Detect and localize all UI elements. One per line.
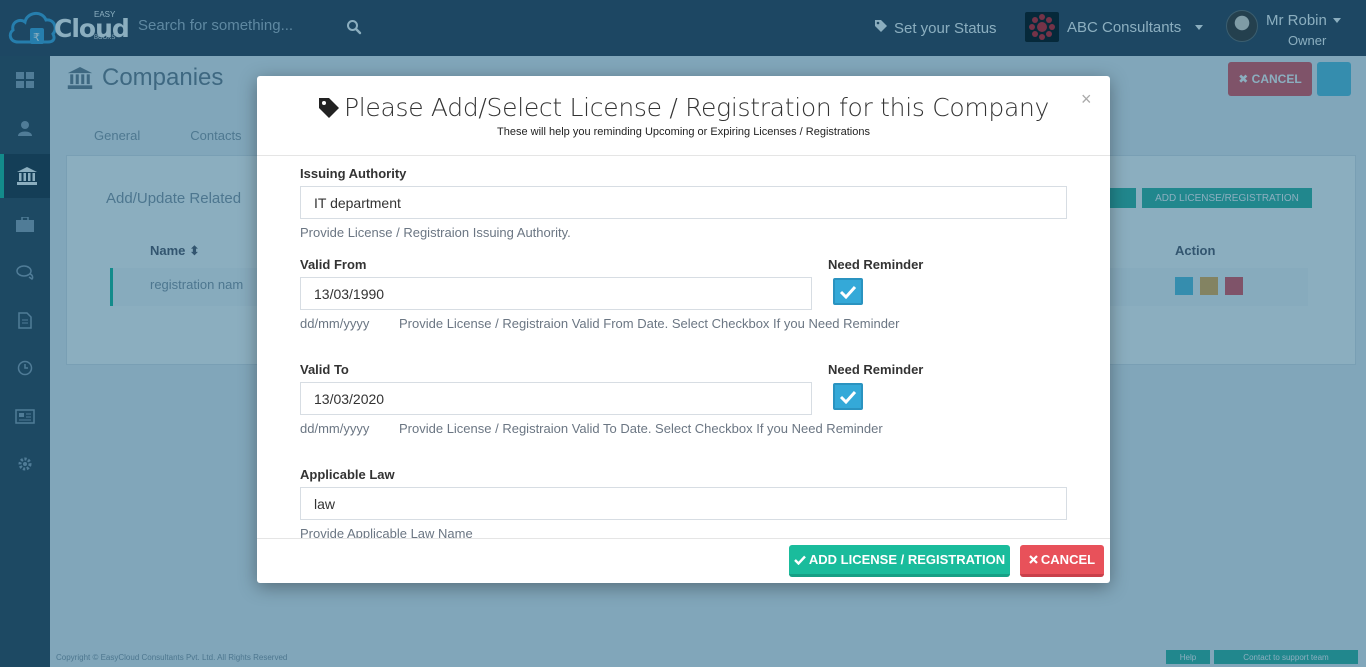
valid-to-format: dd/mm/yyyy xyxy=(300,421,370,436)
modal-header: Please Add/Select License / Registration… xyxy=(257,76,1110,156)
issuing-authority-input[interactable] xyxy=(300,186,1067,219)
valid-to-reminder-checkbox[interactable] xyxy=(833,383,863,410)
valid-to-label: Valid To xyxy=(300,362,349,377)
applicable-law-label: Applicable Law xyxy=(300,467,395,482)
modal-title-text: Please Add/Select License / Registration… xyxy=(343,93,1050,122)
valid-to-reminder-label: Need Reminder xyxy=(828,362,924,377)
tag-icon xyxy=(318,97,339,118)
add-license-label: ADD LICENSE / REGISTRATION xyxy=(808,552,1006,567)
add-license-button[interactable]: ADD LICENSE / REGISTRATION xyxy=(789,545,1010,577)
close-icon xyxy=(1029,555,1038,564)
valid-to-input[interactable] xyxy=(300,382,812,415)
valid-from-help: Provide License / Registraion Valid From… xyxy=(399,316,900,331)
modal-footer: ADD LICENSE / REGISTRATION CANCEL xyxy=(257,538,1110,583)
checkmark-icon xyxy=(839,390,857,404)
modal-subtitle: These will help you reminding Upcoming o… xyxy=(497,126,870,138)
cancel-label: CANCEL xyxy=(1040,552,1096,567)
cancel-button[interactable]: CANCEL xyxy=(1020,545,1104,577)
issuing-authority-label: Issuing Authority xyxy=(300,166,407,181)
modal-body[interactable]: Issuing Authority Provide License / Regi… xyxy=(257,156,1110,538)
valid-from-reminder-checkbox[interactable] xyxy=(833,278,863,305)
close-icon[interactable]: × xyxy=(1081,89,1092,110)
check-icon xyxy=(794,555,806,565)
modal-title: Please Add/Select License / Registration… xyxy=(257,93,1110,122)
issuing-authority-help: Provide License / Registraion Issuing Au… xyxy=(300,225,571,240)
valid-from-reminder-label: Need Reminder xyxy=(828,257,924,272)
valid-to-help: Provide License / Registraion Valid To D… xyxy=(399,421,883,436)
license-modal: Please Add/Select License / Registration… xyxy=(257,76,1110,583)
valid-from-label: Valid From xyxy=(300,257,367,272)
checkmark-icon xyxy=(839,285,857,299)
applicable-law-input[interactable] xyxy=(300,487,1067,520)
valid-from-input[interactable] xyxy=(300,277,812,310)
applicable-law-help: Provide Applicable Law Name xyxy=(300,526,473,538)
valid-from-format: dd/mm/yyyy xyxy=(300,316,370,331)
